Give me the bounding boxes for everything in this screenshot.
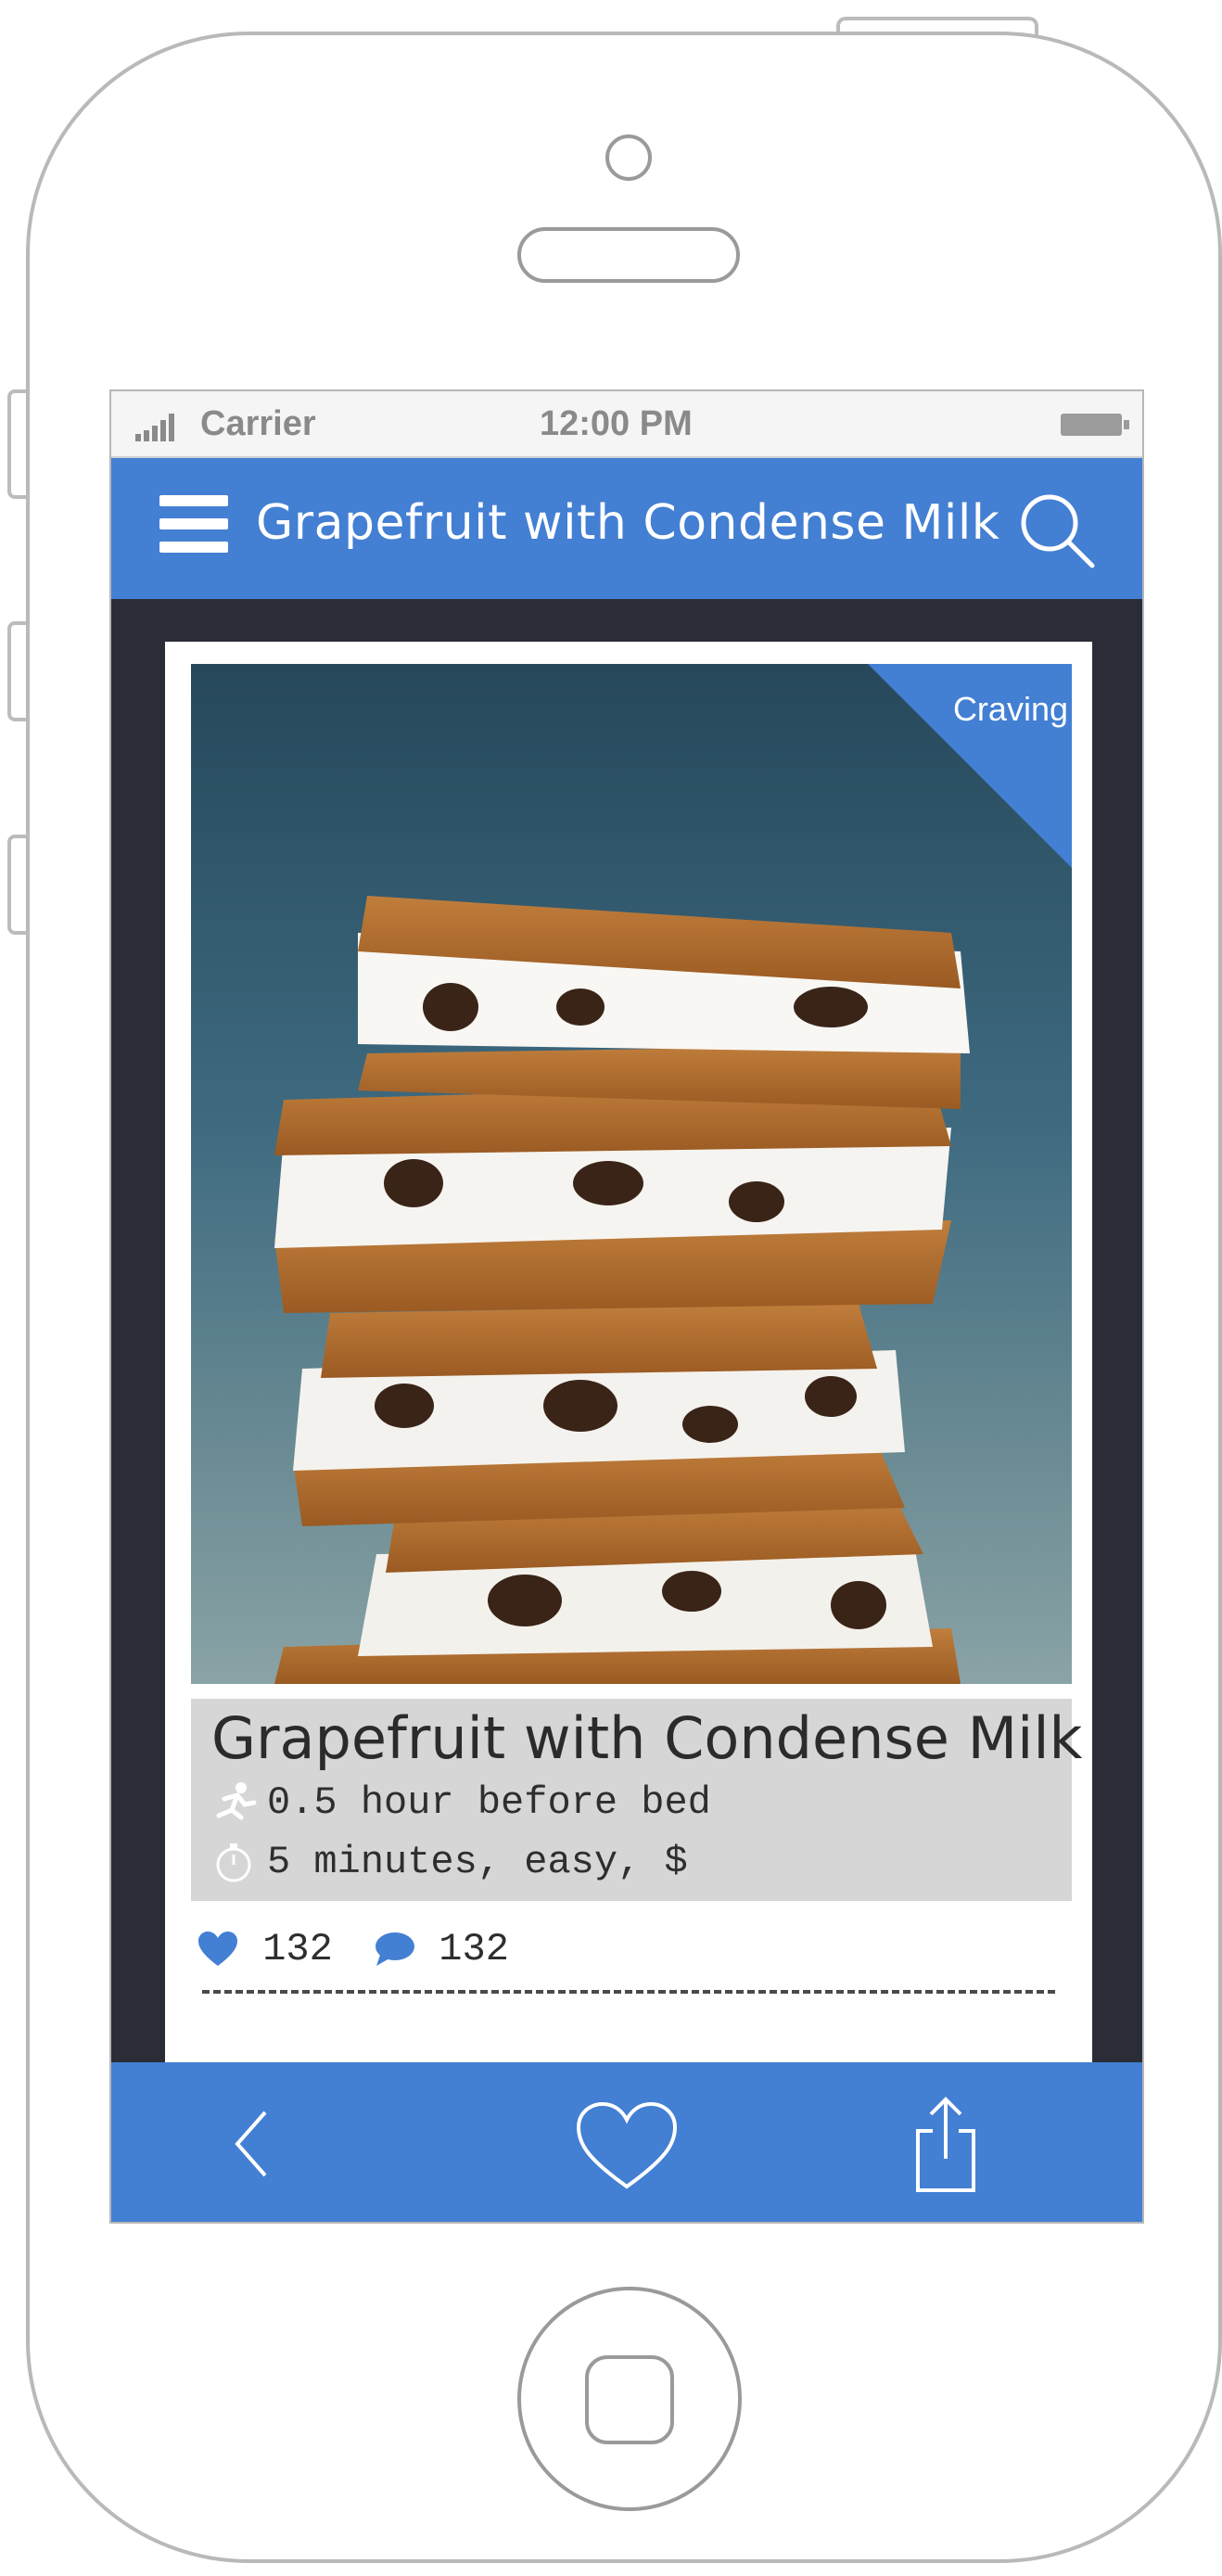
- badge-label: Craving: [952, 690, 1068, 728]
- top-navigation-bar: Grapefruit with Condense Milk: [111, 458, 1142, 599]
- page-title: Grapefruit with Condense Milk: [256, 495, 1000, 551]
- home-button-square-icon: [585, 2355, 674, 2444]
- likes-stat[interactable]: 132: [197, 1927, 333, 1971]
- timing-row: 0.5 hour before bed: [210, 1780, 711, 1825]
- likes-count: 132: [262, 1927, 333, 1971]
- share-icon[interactable]: [909, 2094, 983, 2196]
- signal-icon: [135, 414, 174, 441]
- engagement-stats: 132 132: [197, 1927, 526, 1975]
- running-icon: [216, 1781, 257, 1820]
- earpiece-speaker: [517, 227, 740, 283]
- menu-icon[interactable]: [159, 495, 228, 553]
- recipe-info-panel: Grapefruit with Condense Milk 0.5 hour b…: [191, 1699, 1082, 1901]
- recipe-title: Grapefruit with Condense Milk: [211, 1704, 1083, 1772]
- details-text: 5 minutes, easy, $: [267, 1840, 688, 1884]
- carrier-label: Carrier: [200, 404, 316, 443]
- front-camera: [605, 134, 652, 181]
- heart-icon: [198, 1931, 237, 1966]
- comments-count: 132: [439, 1927, 509, 1971]
- comment-icon: [376, 1932, 415, 1966]
- dashed-divider: [202, 1990, 1055, 1994]
- bottom-toolbar: [111, 2062, 1142, 2222]
- stopwatch-icon: [216, 1843, 251, 1882]
- status-bar: Carrier 12:00 PM: [111, 391, 1142, 458]
- comments-stat[interactable]: 132: [373, 1927, 509, 1971]
- back-icon[interactable]: [226, 2107, 282, 2181]
- timing-text: 0.5 hour before bed: [267, 1780, 711, 1825]
- details-row: 5 minutes, easy, $: [210, 1840, 688, 1884]
- status-time: 12:00 PM: [540, 404, 693, 443]
- battery-icon: [1061, 414, 1129, 436]
- search-icon[interactable]: [1014, 488, 1098, 571]
- favorite-icon[interactable]: [575, 2101, 679, 2190]
- craving-badge: Craving: [868, 664, 1072, 868]
- phone-screen: Carrier 12:00 PM Grapefruit with Condens…: [109, 389, 1144, 2224]
- recipe-card[interactable]: Craving Grapefruit with Condense Milk 0.…: [165, 642, 1092, 2107]
